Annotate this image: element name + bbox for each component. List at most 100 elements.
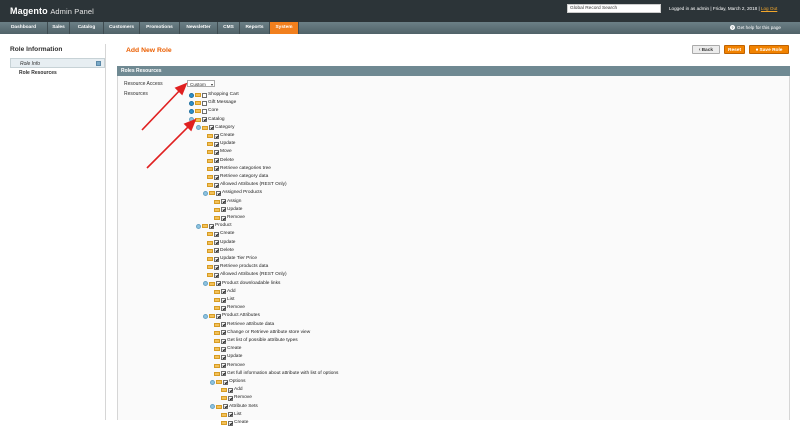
tree-node[interactable]: List <box>210 296 234 304</box>
tree-node[interactable]: Change or Retrieve attribute store view <box>210 329 310 337</box>
checkbox[interactable] <box>228 395 233 401</box>
checkbox[interactable] <box>214 248 219 254</box>
tree-node[interactable]: Remove <box>210 362 245 370</box>
checkbox[interactable] <box>209 125 214 131</box>
checkbox[interactable] <box>221 330 226 336</box>
back-button[interactable]: ‹Back <box>692 45 720 54</box>
tree-node[interactable]: Assign <box>210 198 241 206</box>
nav-item-sales[interactable]: Sales <box>48 22 70 34</box>
tree-node[interactable]: Product <box>196 222 232 230</box>
checkbox[interactable] <box>202 117 207 123</box>
checkbox[interactable] <box>221 305 226 311</box>
checkbox[interactable] <box>221 322 226 328</box>
collapse-icon[interactable] <box>196 223 201 229</box>
checkbox[interactable] <box>221 338 226 344</box>
checkbox[interactable] <box>216 190 221 196</box>
tree-node[interactable]: Remove <box>210 214 245 222</box>
tree-node[interactable]: Delete <box>203 247 234 255</box>
collapse-icon[interactable] <box>203 190 208 196</box>
tree-node[interactable]: Retrieve categories tree <box>203 165 271 173</box>
nav-item-promotions[interactable]: Promotions <box>140 22 180 34</box>
checkbox[interactable] <box>214 158 219 164</box>
checkbox[interactable] <box>214 174 219 180</box>
collapse-icon[interactable] <box>196 125 201 131</box>
nav-item-cms[interactable]: CMS <box>218 22 240 34</box>
nav-item-newsletter[interactable]: Newsletter <box>180 22 218 34</box>
logout-link[interactable]: Log Out <box>761 6 777 11</box>
tree-node[interactable]: Update <box>203 140 235 148</box>
checkbox[interactable] <box>214 264 219 270</box>
tree-node[interactable]: Get list of possible attribute types <box>210 337 298 345</box>
tree-node[interactable]: Core <box>189 107 218 115</box>
checkbox[interactable] <box>221 371 226 377</box>
collapse-icon[interactable] <box>203 281 208 287</box>
tree-node[interactable]: Get full information about attribute wit… <box>210 370 338 378</box>
sidebar-item-role-info[interactable]: Role Info <box>10 58 105 68</box>
tree-node[interactable]: Shopping Cart <box>189 91 239 99</box>
tree-node[interactable]: Create <box>210 345 241 353</box>
tree-node[interactable]: Product downloadable links <box>203 280 280 288</box>
checkbox[interactable] <box>214 256 219 262</box>
nav-item-reports[interactable]: Reports <box>240 22 270 34</box>
tree-node[interactable]: Update <box>203 239 235 247</box>
save-role-button[interactable]: ●Save Role <box>749 45 789 54</box>
tree-node[interactable]: Attribute Sets <box>210 403 258 411</box>
tree-node[interactable]: Gift Message <box>189 99 236 107</box>
expand-icon[interactable] <box>189 92 194 98</box>
tree-node[interactable]: Update <box>210 206 242 214</box>
checkbox[interactable] <box>223 379 228 385</box>
checkbox[interactable] <box>214 141 219 147</box>
tree-node[interactable]: Retrieve products data <box>203 263 268 271</box>
tree-node[interactable]: Update Tier Price <box>203 255 257 263</box>
collapse-icon[interactable] <box>210 404 215 410</box>
tree-node[interactable]: Category <box>196 124 234 132</box>
tree-node[interactable]: Product Attributes <box>203 312 260 320</box>
checkbox[interactable] <box>202 92 207 98</box>
checkbox[interactable] <box>214 133 219 139</box>
checkbox[interactable] <box>216 313 221 319</box>
checkbox[interactable] <box>221 297 226 303</box>
checkbox[interactable] <box>228 387 233 393</box>
sidebar-item-role-resources[interactable]: Role Resources <box>10 68 105 78</box>
tree-node[interactable]: Allowed Attributes (REST Only) <box>203 271 287 279</box>
checkbox[interactable] <box>221 346 226 352</box>
checkbox[interactable] <box>221 215 226 221</box>
collapse-icon[interactable] <box>203 313 208 319</box>
global-search-input[interactable] <box>567 4 661 13</box>
collapse-icon[interactable] <box>210 379 215 385</box>
checkbox[interactable] <box>221 207 226 213</box>
tree-node[interactable]: Create <box>203 230 234 238</box>
tree-node[interactable]: Allowed Attributes (REST Only) <box>203 181 287 189</box>
checkbox[interactable] <box>214 182 219 188</box>
checkbox[interactable] <box>228 412 233 418</box>
checkbox[interactable] <box>221 363 226 369</box>
checkbox[interactable] <box>214 231 219 237</box>
tree-node[interactable]: Create <box>217 419 248 427</box>
checkbox[interactable] <box>221 289 226 295</box>
expand-icon[interactable] <box>189 100 194 106</box>
help-link[interactable]: ? Get help for this page <box>730 22 781 34</box>
checkbox[interactable] <box>202 108 207 114</box>
checkbox[interactable] <box>214 149 219 155</box>
tree-node[interactable]: Retrieve category data <box>203 173 268 181</box>
checkbox[interactable] <box>209 223 214 229</box>
nav-item-dashboard[interactable]: Dashboard <box>0 22 48 34</box>
magento-logo[interactable]: Magento Admin Panel <box>10 6 94 16</box>
checkbox[interactable] <box>214 272 219 278</box>
tree-node[interactable]: Remove <box>217 394 252 402</box>
checkbox[interactable] <box>228 420 233 426</box>
tree-node[interactable]: Options <box>210 378 246 386</box>
reset-button[interactable]: Reset <box>724 45 745 54</box>
resource-access-select[interactable]: Custom ▾ <box>187 80 215 87</box>
tree-node[interactable]: Create <box>203 132 234 140</box>
nav-item-catalog[interactable]: Catalog <box>70 22 104 34</box>
checkbox[interactable] <box>216 281 221 287</box>
checkbox[interactable] <box>221 199 226 205</box>
checkbox[interactable] <box>223 404 228 410</box>
tree-node[interactable]: Assigned Products <box>203 189 262 197</box>
tree-node[interactable]: Retrieve attribute data <box>210 321 274 329</box>
tree-node[interactable]: Update <box>210 353 242 361</box>
checkbox[interactable] <box>202 100 207 106</box>
tree-node[interactable]: Catalog <box>189 116 225 124</box>
tree-node[interactable]: Add <box>210 288 236 296</box>
